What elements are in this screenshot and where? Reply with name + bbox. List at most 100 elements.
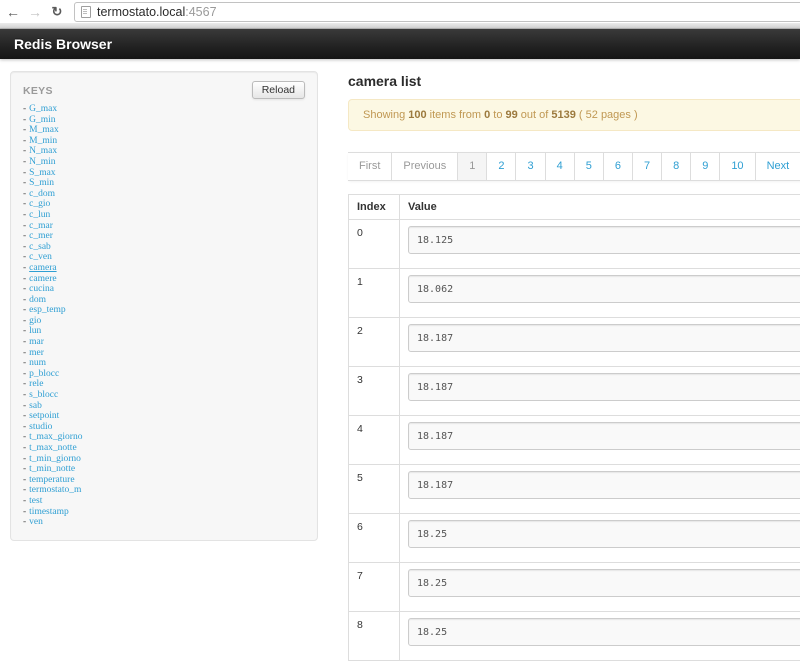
pagination-link[interactable]: First	[348, 152, 392, 181]
pagination-link[interactable]: 3	[516, 152, 545, 181]
table-row: 3 18.187	[349, 367, 800, 416]
key-link[interactable]: temperature	[29, 475, 74, 485]
value-input[interactable]: 18.187	[408, 324, 800, 352]
pagination-link[interactable]: 10	[720, 152, 755, 181]
paging-summary-alert: Showing 100 items from 0 to 99 out of 51…	[348, 99, 800, 131]
row-value-cell: 18.187	[400, 367, 800, 416]
key-link[interactable]: camere	[29, 274, 56, 284]
key-link[interactable]: c_dom	[29, 189, 55, 199]
summary-segment: out of	[518, 109, 552, 121]
value-input[interactable]: 18.187	[408, 373, 800, 401]
value-input[interactable]: 18.187	[408, 471, 800, 499]
key-link[interactable]: c_sab	[29, 242, 51, 252]
value-input[interactable]: 18.25	[408, 520, 800, 548]
key-link[interactable]: M_max	[29, 125, 59, 135]
key-link[interactable]: gio	[29, 316, 41, 326]
pagination-link[interactable]: 8	[662, 152, 691, 181]
pagination-link[interactable]: 4	[546, 152, 575, 181]
key-link[interactable]: studio	[29, 422, 52, 432]
key-link[interactable]: setpoint	[29, 411, 59, 421]
url-bar[interactable]: termostato.local:4567	[74, 2, 800, 22]
key-link[interactable]: S_min	[29, 178, 54, 188]
keys-panel-header: KEYS Reload	[23, 81, 305, 99]
key-list-item: -c_lun	[23, 210, 305, 221]
keys-list: -G_max-G_min-M_max-M_min-N_max-N_min-S_m…	[23, 104, 305, 528]
key-list-item: -N_min	[23, 157, 305, 168]
key-link[interactable]: N_min	[29, 157, 55, 167]
dash-bullet: -	[23, 432, 26, 442]
pagination-link[interactable]: 6	[604, 152, 633, 181]
key-link[interactable]: G_max	[29, 104, 57, 114]
dash-bullet: -	[23, 422, 26, 432]
dash-bullet: -	[23, 125, 26, 135]
browser-back-icon[interactable]: ←	[4, 2, 22, 22]
browser-chrome: ← → ↻ termostato.local:4567	[0, 0, 800, 23]
dash-bullet: -	[23, 284, 26, 294]
key-list-item: -rele	[23, 379, 305, 390]
table-row: 2 18.187	[349, 318, 800, 367]
key-link[interactable]: c_ven	[29, 252, 52, 262]
key-link[interactable]: c_mar	[29, 221, 53, 231]
key-link[interactable]: t_min_giorno	[29, 454, 81, 464]
key-link[interactable]: test	[29, 496, 42, 506]
key-link[interactable]: p_blocc	[29, 369, 59, 379]
dash-bullet: -	[23, 157, 26, 167]
key-link[interactable]: G_min	[29, 115, 55, 125]
key-link[interactable]: mar	[29, 337, 44, 347]
pagination-link[interactable]: Previous	[392, 152, 458, 181]
key-link[interactable]: cucina	[29, 284, 54, 294]
table-row: 8 18.25	[349, 612, 800, 661]
key-link[interactable]: lun	[29, 326, 41, 336]
dash-bullet: -	[23, 210, 26, 220]
key-link[interactable]: timestamp	[29, 507, 69, 517]
key-link[interactable]: M_min	[29, 136, 57, 146]
navbar: Redis Browser	[0, 29, 800, 59]
pagination-link[interactable]: 9	[691, 152, 720, 181]
row-value-cell: 18.187	[400, 318, 800, 367]
row-index: 1	[349, 269, 400, 318]
pagination-link[interactable]: 2	[487, 152, 516, 181]
key-link[interactable]: t_min_notte	[29, 464, 75, 474]
browser-forward-icon[interactable]: →	[26, 2, 44, 22]
dash-bullet: -	[23, 485, 26, 495]
key-link[interactable]: mer	[29, 348, 44, 358]
key-link[interactable]: termostato_m	[29, 485, 81, 495]
value-input[interactable]: 18.187	[408, 422, 800, 450]
key-link[interactable]: ven	[29, 517, 43, 527]
url-host: termostato.local	[97, 5, 185, 19]
key-link[interactable]: N_max	[29, 146, 57, 156]
pagination-link[interactable]: 5	[575, 152, 604, 181]
key-link[interactable]: camera	[29, 263, 56, 273]
key-list-item: -t_min_giorno	[23, 454, 305, 465]
value-input[interactable]: 18.25	[408, 618, 800, 646]
pagination-link[interactable]: 1	[458, 152, 487, 181]
col-header-value: Value	[400, 195, 800, 220]
key-link[interactable]: num	[29, 358, 46, 368]
key-list-item: -termostato_m	[23, 485, 305, 496]
reload-button[interactable]: Reload	[252, 81, 305, 99]
value-input[interactable]: 18.125	[408, 226, 800, 254]
key-list-item: -dom	[23, 295, 305, 306]
key-link[interactable]: dom	[29, 295, 46, 305]
key-link[interactable]: c_gio	[29, 199, 50, 209]
key-list-item: -setpoint	[23, 411, 305, 422]
browser-refresh-icon[interactable]: ↻	[48, 2, 66, 22]
key-link[interactable]: c_lun	[29, 210, 50, 220]
key-link[interactable]: s_blocc	[29, 390, 58, 400]
values-table: Index Value 0 18.125 1 18.062	[348, 194, 800, 661]
key-list-item: -p_blocc	[23, 369, 305, 380]
value-input[interactable]: 18.062	[408, 275, 800, 303]
key-link[interactable]: c_mer	[29, 231, 53, 241]
value-input[interactable]: 18.25	[408, 569, 800, 597]
dash-bullet: -	[23, 411, 26, 421]
key-link[interactable]: t_max_giorno	[29, 432, 82, 442]
key-link[interactable]: S_max	[29, 168, 55, 178]
url-port: :4567	[185, 5, 216, 19]
key-link[interactable]: rele	[29, 379, 43, 389]
pagination-link[interactable]: Next	[756, 152, 800, 181]
key-link[interactable]: esp_temp	[29, 305, 65, 315]
key-list-item: -ven	[23, 517, 305, 528]
key-link[interactable]: sab	[29, 401, 42, 411]
pagination-link[interactable]: 7	[633, 152, 662, 181]
key-link[interactable]: t_max_notte	[29, 443, 77, 453]
